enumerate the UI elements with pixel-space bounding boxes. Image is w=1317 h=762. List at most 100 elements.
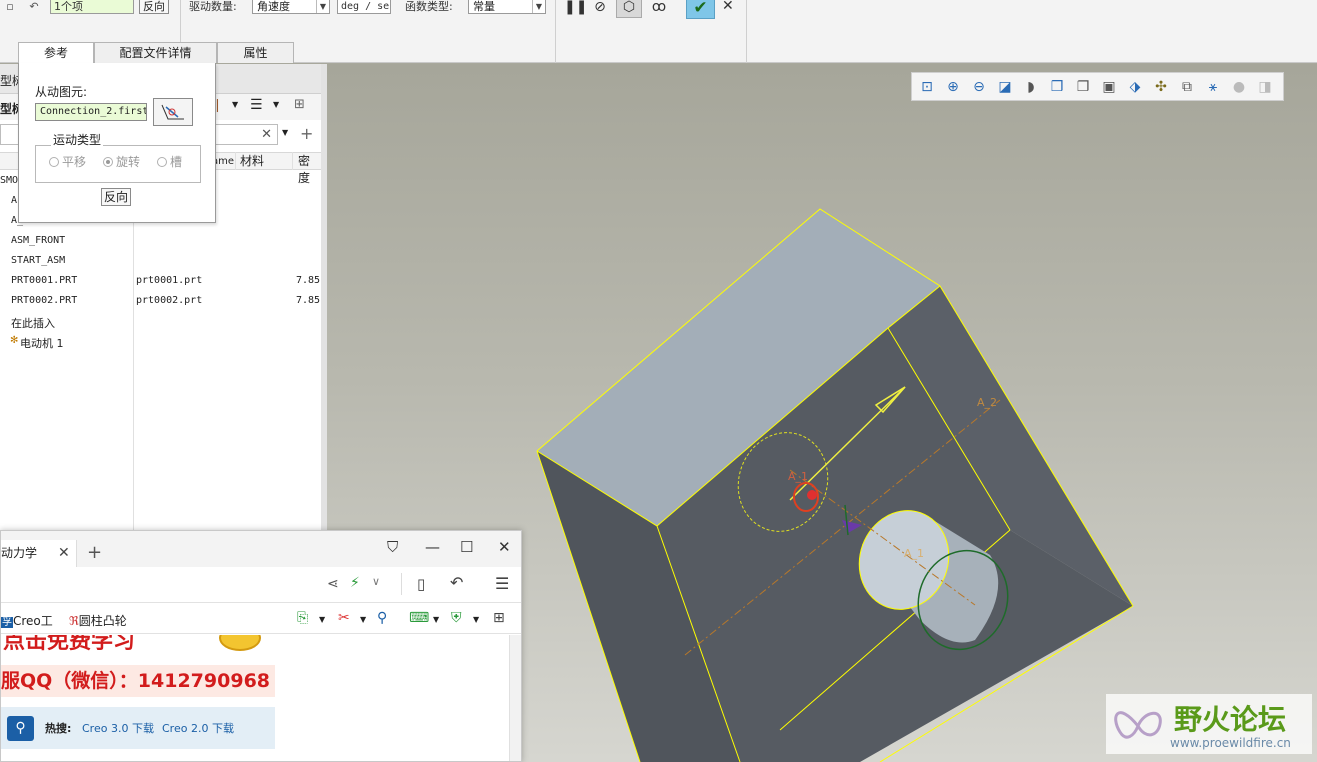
search-icon[interactable]: ⚲ — [377, 610, 387, 626]
zoom-out-icon[interactable]: ⊖ — [970, 78, 988, 96]
section-icon[interactable]: ⬗ — [1126, 78, 1144, 96]
glasses-icon[interactable]: ꝏ — [648, 0, 670, 18]
menu-icon[interactable]: ☰ — [495, 574, 509, 593]
hot-search-bar: ⚲ 热搜: Creo 3.0 下载 Creo 2.0 下载 — [1, 707, 275, 749]
shield-icon[interactable]: ⛨ — [451, 610, 462, 626]
filter-icon[interactable]: ⊞ — [294, 97, 305, 112]
axis-label-a1b: A_1 — [788, 470, 809, 483]
zoom-fit-icon[interactable]: ⊡ — [918, 78, 936, 96]
banner-qq: 服QQ（微信）：1412790968 — [1, 665, 275, 697]
perspective-icon[interactable]: ▣ — [1100, 78, 1118, 96]
zoom-in-icon[interactable]: ⊕ — [944, 78, 962, 96]
unit-field[interactable]: deg / se — [337, 0, 391, 14]
datum-display-icon[interactable]: ✣ — [1152, 78, 1170, 96]
spin-center-icon[interactable]: ⚹ — [1204, 78, 1222, 96]
radio-label: 旋转 — [116, 155, 141, 169]
watermark-title: 野火论坛 — [1174, 703, 1287, 736]
bookmark-creo[interactable]: 孚Creo工 — [1, 612, 53, 629]
motor-row[interactable]: ✻ 电动机 1 — [0, 332, 321, 352]
chevron-down-icon: ▼ — [316, 0, 329, 13]
new-tab-icon[interactable]: + — [87, 540, 102, 566]
view-manager-icon[interactable]: ❐ — [1074, 78, 1092, 96]
hot-link-creo3[interactable]: Creo 3.0 下载 — [82, 720, 154, 736]
row-name: PRT0002.PRT — [11, 295, 78, 306]
drive-qty-value: 角速度 — [257, 0, 290, 13]
game-icon[interactable]: ⌨ — [409, 610, 429, 626]
coin-icon — [219, 635, 261, 651]
table-row[interactable]: PRT0001.PRT prt0001.prt 7.85 — [0, 272, 321, 292]
no-icon[interactable]: ⊘ — [592, 0, 608, 18]
radio-rotate[interactable]: 旋转 — [103, 153, 140, 170]
translate-icon[interactable]: ⎘ — [297, 610, 308, 626]
repaint-icon[interactable]: ◪ — [996, 78, 1014, 96]
search-button[interactable]: ⚲ — [7, 716, 34, 741]
display-style-icon[interactable]: ◗ — [1022, 78, 1040, 96]
close-icon[interactable]: ✕ — [58, 540, 70, 567]
motor-icon: ✻ — [10, 335, 19, 346]
watermark-butterfly-icon — [1114, 711, 1162, 739]
driven-entity-field[interactable]: Connection_2.first_rot_axis — [35, 103, 147, 121]
table-row[interactable]: START_ASM — [0, 252, 321, 272]
row-name: 电动机 1 — [20, 337, 64, 350]
tab-properties[interactable]: 属性 — [217, 42, 294, 63]
pause-icon[interactable]: ❚❚ — [564, 0, 587, 18]
motion-type-title: 运动类型 — [51, 131, 104, 148]
banner-headline: 点击免费学习 — [3, 635, 136, 654]
row-name: START_ASM — [11, 255, 66, 266]
device-icon[interactable]: ▯ — [417, 575, 425, 593]
chevron-down-icon[interactable]: ▼ — [232, 100, 238, 109]
add-icon[interactable]: + — [300, 124, 313, 143]
bookmark-label: Creo工 — [13, 614, 53, 628]
close-window-icon[interactable]: ✕ — [498, 538, 511, 556]
watermark-url: www.proewildfire.cn — [1170, 736, 1291, 750]
col-material[interactable]: 材料 — [240, 153, 264, 170]
lightning-icon[interactable]: ⚡ — [350, 575, 360, 591]
saved-views-icon[interactable]: ❒ — [1048, 78, 1066, 96]
ok-checkmark-button[interactable]: ✔ — [686, 0, 715, 19]
chevron-down-icon[interactable]: ∨ — [372, 575, 380, 588]
bookmark-cam[interactable]: ℜ圆柱凸轮 — [69, 612, 127, 629]
maximize-icon[interactable]: ☐ — [460, 538, 473, 556]
row-density: 7.85 — [296, 295, 321, 306]
count-field[interactable]: 1个项 — [50, 0, 134, 14]
tab-reference[interactable]: 参考 — [18, 42, 94, 64]
axis-pick-button[interactable] — [153, 98, 193, 126]
preview-icon[interactable]: ⬡ — [616, 0, 642, 18]
row-density: 7.85 — [296, 275, 321, 286]
clear-icon[interactable]: ✕ — [261, 127, 272, 142]
radio-slot[interactable]: 槽 — [157, 153, 182, 170]
ref-reverse-button[interactable]: 反向 — [101, 188, 132, 206]
scissors-icon[interactable]: ✂ — [338, 610, 350, 626]
chevron-down-icon[interactable]: ▼ — [360, 615, 366, 624]
close-icon[interactable]: ✕ — [722, 0, 734, 13]
row-file: prt0001.prt — [136, 275, 203, 286]
radio-translate[interactable]: 平移 — [49, 153, 86, 170]
table-row[interactable]: PRT0002.PRT prt0002.prt 7.85 — [0, 292, 321, 312]
radio-dot — [49, 157, 59, 167]
annotation-icon[interactable]: ⧉ — [1178, 78, 1196, 96]
scrollbar[interactable] — [509, 635, 521, 761]
list-icon[interactable]: ☰ — [250, 97, 263, 113]
chevron-down-icon[interactable]: ▼ — [433, 615, 439, 624]
drive-qty-select[interactable]: 角速度 ▼ — [252, 0, 330, 14]
hot-link-creo2[interactable]: Creo 2.0 下载 — [162, 720, 234, 736]
browser-tab-title: 动力学 — [1, 546, 38, 560]
undo-icon[interactable]: ↶ — [450, 573, 463, 592]
tool-icon[interactable]: ▫ — [2, 0, 18, 13]
minimize-icon[interactable]: — — [425, 538, 440, 556]
ribbon-reverse-button[interactable]: 反向 — [139, 0, 169, 14]
pick-icon[interactable]: ↶ — [26, 0, 42, 13]
share-icon[interactable]: ⋖ — [327, 576, 339, 592]
row-name: 在此插入 — [11, 317, 55, 330]
chevron-down-icon[interactable]: ▼ — [282, 128, 288, 137]
chevron-down-icon[interactable]: ▼ — [273, 100, 279, 109]
ad-banner[interactable]: 点击免费学习 服QQ（微信）：1412790968 — [1, 635, 275, 705]
pin-icon[interactable]: ⛉ — [387, 538, 398, 556]
chevron-down-icon[interactable]: ▼ — [473, 615, 479, 624]
insert-here-row[interactable]: 在此插入 — [0, 312, 321, 332]
tab-profile-details[interactable]: 配置文件详情 — [94, 42, 217, 63]
chevron-down-icon[interactable]: ▼ — [319, 615, 325, 624]
apps-icon[interactable]: ⊞ — [493, 610, 505, 626]
table-row[interactable]: ASM_FRONT — [0, 232, 321, 252]
func-type-select[interactable]: 常量 ▼ — [468, 0, 546, 14]
